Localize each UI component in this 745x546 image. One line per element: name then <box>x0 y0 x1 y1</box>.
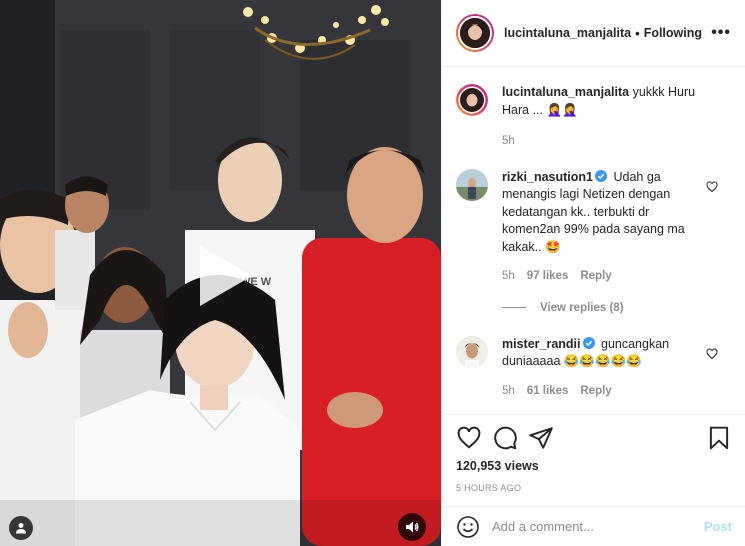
following-button[interactable]: Following <box>644 26 702 40</box>
avatar-image <box>456 84 488 116</box>
share-icon[interactable] <box>528 425 554 451</box>
like-comment-heart-icon[interactable] <box>706 347 718 360</box>
avatar-image <box>460 18 490 48</box>
verified-badge-icon <box>595 169 607 182</box>
comment-username[interactable]: mister_randii <box>502 337 581 351</box>
author-username[interactable]: lucintaluna_manjalita <box>504 26 631 40</box>
tagged-users-button[interactable] <box>9 516 33 540</box>
bookmark-icon[interactable] <box>706 425 732 451</box>
comment-avatar[interactable] <box>456 335 488 368</box>
caption-avatar[interactable] <box>456 84 488 116</box>
post-actions: 120,953 views 5 HOURS AGO <box>442 414 745 493</box>
mute-toggle-button[interactable] <box>398 513 426 541</box>
caption-username[interactable]: lucintaluna_manjalita <box>502 85 629 99</box>
comment-input[interactable] <box>492 519 692 534</box>
caption: lucintaluna_manjalita yukkk Huru Hara ..… <box>456 84 732 151</box>
heart-icon[interactable] <box>456 425 482 451</box>
comment-avatar[interactable] <box>456 168 488 201</box>
separator-dot: • <box>635 25 640 41</box>
comment-composer: Post <box>442 506 745 546</box>
user-icon <box>16 523 26 534</box>
caption-time[interactable]: 5h <box>502 133 515 151</box>
comment-time[interactable]: 5h <box>502 383 515 401</box>
post-header: lucintaluna_manjalita • Following ••• <box>442 0 745 67</box>
avatar-image <box>456 168 488 201</box>
comment-item: mister_randii guncangkan duniaaaaa 😂😂😂😂😂… <box>456 335 732 401</box>
comment-time[interactable]: 5h <box>502 268 515 286</box>
replies-divider <box>502 307 526 308</box>
comment-likes[interactable]: 61 likes <box>527 383 569 401</box>
view-replies-button[interactable]: View replies (8) <box>502 302 732 314</box>
comments-list[interactable]: lucintaluna_manjalita yukkk Huru Hara ..… <box>442 68 745 414</box>
comment-likes[interactable]: 97 likes <box>527 268 569 286</box>
post-timestamp[interactable]: 5 HOURS AGO <box>456 483 732 493</box>
play-icon[interactable] <box>186 240 258 312</box>
reply-button[interactable]: Reply <box>580 268 611 286</box>
like-comment-heart-icon[interactable] <box>706 180 718 193</box>
post-comment-button[interactable]: Post <box>704 519 732 534</box>
reply-button[interactable]: Reply <box>580 383 611 401</box>
comment-item: rizki_nasution1 Udah ga menangis lagi Ne… <box>456 168 732 286</box>
verified-badge-icon <box>582 336 595 349</box>
author-avatar[interactable] <box>456 14 494 52</box>
more-options-icon[interactable]: ••• <box>711 24 731 42</box>
view-replies-label: View replies (8) <box>540 301 624 314</box>
avatar-image <box>456 335 488 368</box>
comment-icon[interactable] <box>492 425 518 451</box>
speaker-icon <box>406 521 419 533</box>
view-count[interactable]: 120,953 views <box>456 459 732 473</box>
post-details-panel: lucintaluna_manjalita • Following ••• lu… <box>441 0 745 546</box>
video-player[interactable]: WE W <box>0 0 441 546</box>
emoji-icon[interactable] <box>456 515 480 539</box>
comment-username[interactable]: rizki_nasution1 <box>502 170 593 184</box>
